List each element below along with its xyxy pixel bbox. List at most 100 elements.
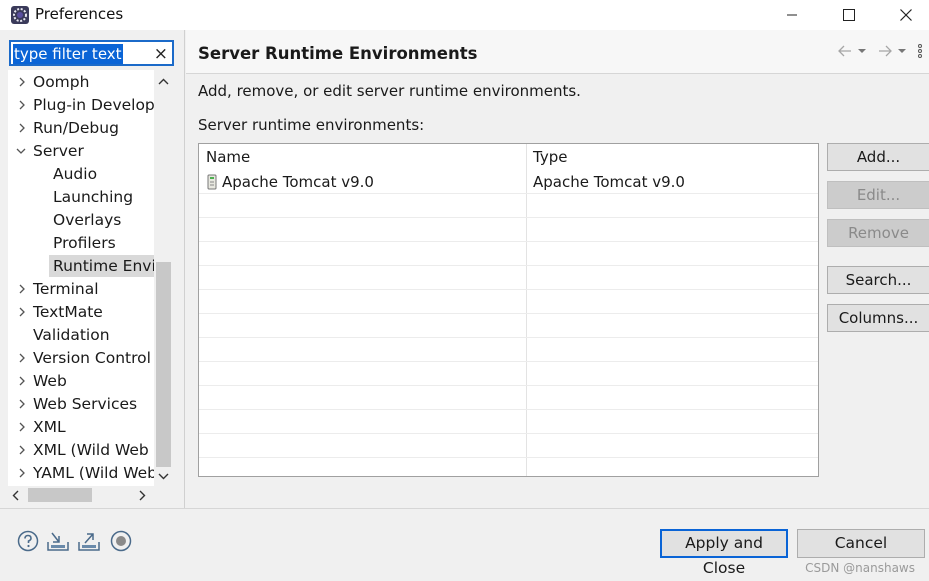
help-icon[interactable]	[16, 529, 40, 553]
scroll-left-icon[interactable]	[12, 490, 20, 501]
page-description: Add, remove, or edit server runtime envi…	[198, 82, 581, 100]
page-navigation	[837, 42, 923, 60]
tree-item-validation[interactable]: Validation	[8, 324, 154, 346]
chevron-right-icon[interactable]	[14, 301, 30, 323]
tree-item-label: Profilers	[53, 234, 116, 252]
chevron-right-icon[interactable]	[14, 439, 30, 461]
row-divider	[199, 265, 818, 266]
row-divider	[199, 289, 818, 290]
tree-item-label: XML	[33, 418, 66, 436]
close-window-button[interactable]	[883, 0, 929, 30]
tree-item-web-services[interactable]: Web Services	[8, 393, 154, 415]
tree-item-label: Overlays	[53, 211, 122, 229]
cancel-button[interactable]: Cancel	[797, 529, 925, 558]
export-icon[interactable]	[77, 529, 101, 553]
tree-item-profilers[interactable]: Profilers	[8, 232, 154, 254]
minimize-button[interactable]	[769, 0, 815, 30]
chevron-right-icon[interactable]	[14, 416, 30, 438]
tree-item-audio[interactable]: Audio	[8, 163, 154, 185]
row-divider	[199, 457, 818, 458]
back-dropdown-icon[interactable]	[857, 47, 867, 55]
scroll-down-icon[interactable]	[158, 472, 169, 480]
chevron-right-icon[interactable]	[14, 370, 30, 392]
chevron-down-icon[interactable]	[13, 140, 29, 162]
columns-button[interactable]: Columns...	[827, 304, 929, 332]
tree-item-web[interactable]: Web	[8, 370, 154, 392]
watermark: CSDN @nanshaws	[805, 561, 915, 575]
left-pane: type filter text × Oomph Plug-in Develop…	[0, 30, 185, 508]
apply-and-close-button[interactable]: Apply and Close	[660, 529, 788, 577]
tree-item-yaml-wild-web[interactable]: YAML (Wild Web	[8, 462, 158, 484]
maximize-icon	[843, 9, 855, 21]
back-arrow-icon[interactable]	[837, 44, 853, 58]
row-divider	[199, 409, 818, 410]
tree-item-version-control[interactable]: Version Control (	[8, 347, 162, 369]
tree-horizontal-scrollbar[interactable]	[8, 486, 173, 504]
scroll-right-icon[interactable]	[138, 490, 146, 501]
minimize-icon	[787, 14, 797, 16]
clear-filter-icon[interactable]: ×	[154, 43, 168, 65]
row-divider	[199, 433, 818, 434]
tree-item-label: Oomph	[33, 73, 90, 91]
list-label: Server runtime environments:	[198, 116, 425, 134]
chevron-right-icon[interactable]	[14, 94, 30, 116]
chevron-right-icon[interactable]	[14, 71, 30, 93]
tree-item-label: Validation	[33, 326, 110, 344]
edit-button[interactable]: Edit...	[827, 181, 929, 209]
runtime-environments-table[interactable]: Name Type Apache Tomcat v9.0 Apache Tomc…	[198, 143, 819, 477]
record-icon[interactable]	[109, 529, 133, 553]
tree-item-textmate[interactable]: TextMate	[8, 301, 154, 323]
server-icon	[207, 174, 217, 190]
row-name-cell: Apache Tomcat v9.0	[222, 173, 374, 191]
tree-item-label: YAML (Wild Web	[33, 464, 158, 482]
filter-input[interactable]: type filter text ×	[9, 40, 174, 66]
tree-item-label: Web Services	[33, 395, 138, 413]
filter-input-text[interactable]: type filter text	[13, 44, 123, 64]
tree-item-label: Server	[33, 142, 84, 160]
tree-item-overlays[interactable]: Overlays	[8, 209, 154, 231]
tree-item-label: Plug-in Developr	[33, 96, 162, 114]
maximize-button[interactable]	[826, 0, 872, 30]
row-type-cell: Apache Tomcat v9.0	[533, 173, 685, 191]
row-divider	[199, 385, 818, 386]
add-button[interactable]: Add...	[827, 143, 929, 171]
tree-item-run-debug[interactable]: Run/Debug	[8, 117, 154, 139]
view-menu-icon[interactable]	[917, 43, 923, 59]
table-row[interactable]: Apache Tomcat v9.0 Apache Tomcat v9.0	[199, 170, 818, 194]
tree-item-terminal[interactable]: Terminal	[8, 278, 154, 300]
row-divider	[199, 313, 818, 314]
chevron-right-icon[interactable]	[14, 393, 30, 415]
search-button[interactable]: Search...	[827, 266, 929, 294]
tree-item-oomph[interactable]: Oomph	[8, 71, 154, 93]
forward-dropdown-icon[interactable]	[897, 47, 907, 55]
chevron-right-icon[interactable]	[14, 462, 30, 484]
tree-item-xml-wild-web[interactable]: XML (Wild Web I	[8, 439, 158, 461]
remove-button[interactable]: Remove	[827, 219, 929, 247]
scroll-up-icon[interactable]	[158, 78, 169, 86]
import-icon[interactable]	[46, 529, 70, 553]
row-divider	[199, 241, 818, 242]
column-header-name[interactable]: Name	[199, 144, 526, 171]
chevron-right-icon[interactable]	[14, 117, 30, 139]
tree-item-label: Version Control (	[33, 349, 162, 367]
horizontal-scroll-thumb[interactable]	[28, 488, 92, 502]
chevron-right-icon[interactable]	[14, 278, 30, 300]
tree-item-label: Terminal	[33, 280, 99, 298]
tree-item-plugin-development[interactable]: Plug-in Developr	[8, 94, 161, 116]
forward-arrow-icon[interactable]	[877, 44, 893, 58]
tree-vertical-scrollbar[interactable]	[154, 70, 173, 494]
tree-item-launching[interactable]: Launching	[8, 186, 154, 208]
chevron-right-icon[interactable]	[14, 347, 30, 369]
preference-tree: Oomph Plug-in Developr Run/Debug Server …	[8, 70, 173, 494]
tree-item-runtime-environments[interactable]: Runtime Envir	[49, 255, 162, 277]
tree-item-label: Audio	[53, 165, 98, 183]
row-divider	[199, 337, 818, 338]
vertical-scroll-thumb[interactable]	[156, 262, 171, 467]
tree-item-xml[interactable]: XML	[8, 416, 154, 438]
tree-item-server[interactable]: Server	[8, 140, 154, 162]
preference-page: Server Runtime Environments Add, remove,…	[186, 30, 929, 508]
tree-item-label: Web	[33, 372, 67, 390]
eclipse-gear-icon	[11, 6, 29, 24]
close-icon	[900, 9, 912, 21]
column-header-type[interactable]: Type	[526, 144, 818, 171]
